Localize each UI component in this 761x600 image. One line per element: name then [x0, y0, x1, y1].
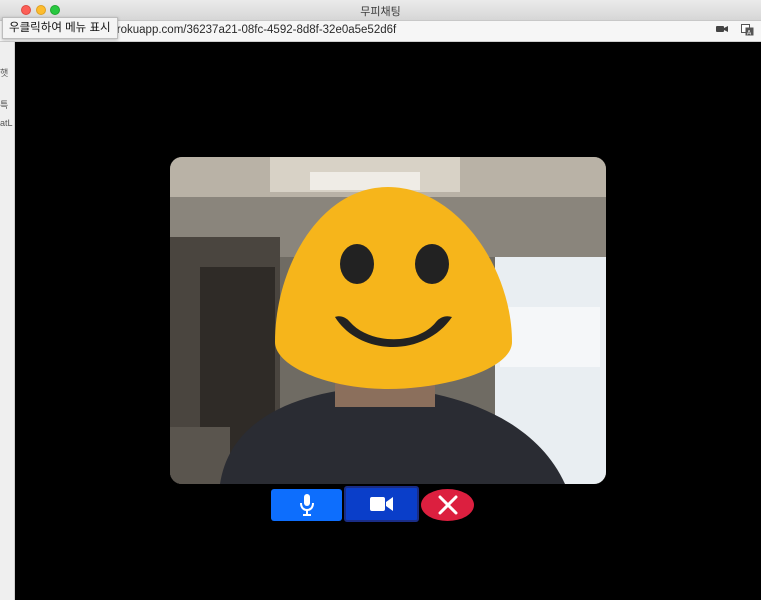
- microphone-toggle-button[interactable]: [271, 489, 342, 521]
- camera-toggle-button[interactable]: [344, 486, 419, 522]
- browser-window: 무피채팅 herokuapp.com/36237a21-08fc-4592-8d…: [0, 0, 761, 600]
- strip-text: 햇: [0, 68, 9, 78]
- strip-text: 특: [0, 100, 9, 110]
- url-text[interactable]: herokuapp.com/36237a21-08fc-4592-8d8f-32…: [104, 24, 396, 36]
- context-menu-tooltip: 우클릭하여 메뉴 표시: [2, 17, 118, 39]
- camera-permission-icon[interactable]: [716, 24, 728, 37]
- video-frame-image: [170, 157, 606, 484]
- translate-icon[interactable]: A: [741, 24, 754, 39]
- microphone-icon: [299, 494, 314, 516]
- close-x-icon: [438, 495, 457, 515]
- strip-text: atL: [0, 118, 13, 128]
- video-camera-icon: [369, 497, 393, 511]
- local-video: [170, 157, 606, 484]
- left-edge-strip: 햇 특 atL: [0, 42, 15, 600]
- end-call-button[interactable]: [421, 489, 474, 521]
